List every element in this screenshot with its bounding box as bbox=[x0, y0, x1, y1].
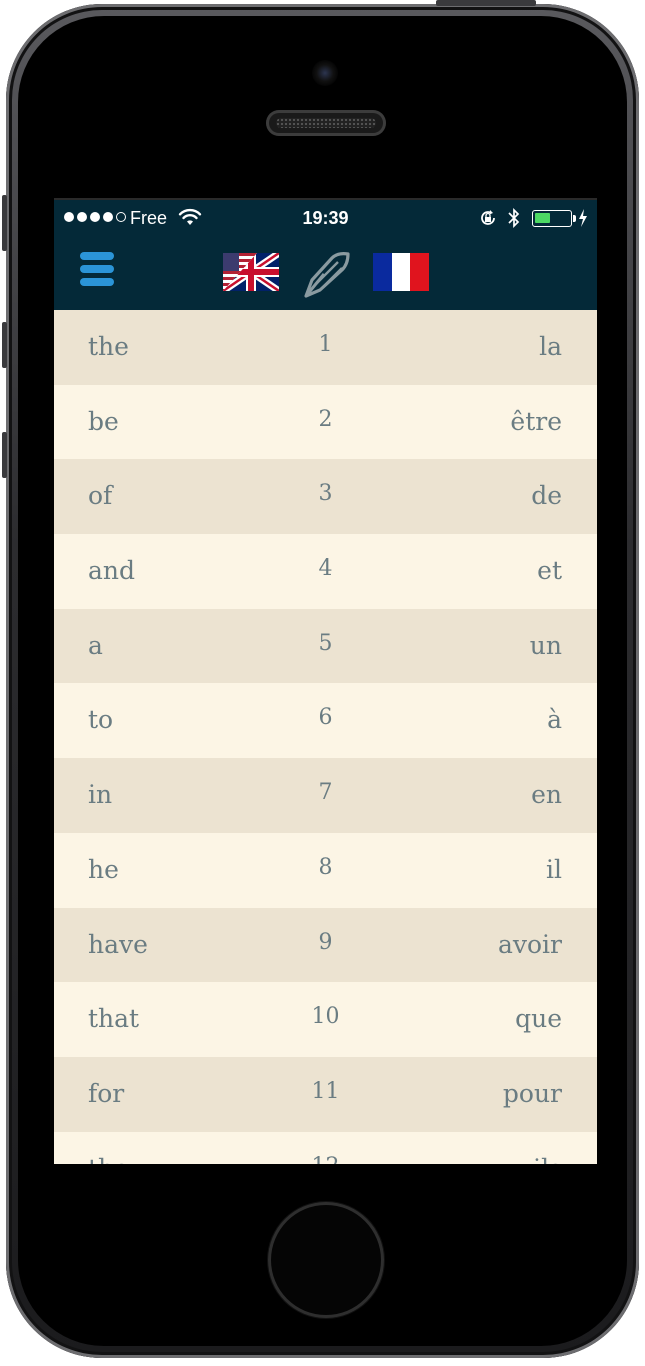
french-word: il bbox=[546, 854, 562, 884]
battery-tip bbox=[573, 215, 576, 222]
mute-switch bbox=[2, 432, 7, 478]
french-word: avoir bbox=[497, 929, 562, 959]
nav-bar bbox=[54, 238, 597, 310]
french-word: en bbox=[531, 780, 562, 810]
battery-icon bbox=[532, 210, 572, 227]
word-rank: 3 bbox=[318, 481, 333, 507]
hamburger-menu-icon[interactable] bbox=[80, 252, 114, 288]
word-row[interactable]: for 11 pour bbox=[54, 1056, 597, 1132]
word-row[interactable]: in 7 en bbox=[54, 758, 597, 833]
french-word: ils bbox=[533, 1154, 562, 1164]
status-bar: Free 19:39 bbox=[54, 200, 597, 238]
word-row[interactable]: be 2 être bbox=[54, 384, 597, 460]
orientation-lock-icon bbox=[481, 210, 495, 225]
word-row[interactable]: they12ils bbox=[54, 1131, 597, 1164]
word-rank: 6 bbox=[318, 705, 333, 731]
french-word: de bbox=[531, 481, 562, 511]
word-rank: 5 bbox=[318, 630, 333, 656]
battery-level bbox=[535, 213, 550, 223]
french-word: pour bbox=[502, 1078, 562, 1108]
charging-icon bbox=[579, 209, 587, 227]
word-row[interactable]: he 8 il bbox=[54, 832, 597, 908]
word-row[interactable]: have 9 avoir bbox=[54, 907, 597, 983]
speaker-grill bbox=[276, 118, 376, 128]
french-word: et bbox=[537, 556, 562, 586]
power-button bbox=[436, 0, 536, 6]
france-flag-icon[interactable] bbox=[373, 253, 429, 291]
word-row[interactable]: and 4 et bbox=[54, 534, 597, 609]
french-word: à bbox=[547, 705, 562, 735]
word-list: the 1 la be 2 être of 3 de and 4 et a 5 un to 6 à in 7 en he 8… bbox=[54, 310, 597, 1164]
word-row[interactable]: to 6 à bbox=[54, 683, 597, 759]
word-rank: 12 bbox=[54, 1154, 597, 1164]
word-row[interactable]: the 1 la bbox=[54, 310, 597, 385]
word-rank: 4 bbox=[318, 556, 333, 582]
word-rank: 1 bbox=[318, 332, 333, 357]
french-word: un bbox=[529, 630, 562, 660]
word-row[interactable]: that 10 que bbox=[54, 982, 597, 1057]
uk-us-flag-icon[interactable] bbox=[223, 253, 279, 291]
app-header: Free 19:39 bbox=[54, 200, 597, 310]
volume-down-button bbox=[2, 322, 7, 368]
word-row[interactable]: a 5 un bbox=[54, 608, 597, 684]
french-word: que bbox=[515, 1004, 562, 1034]
word-row[interactable]: of 3 de bbox=[54, 459, 597, 535]
front-camera bbox=[312, 60, 338, 86]
quill-pen-icon[interactable] bbox=[302, 250, 352, 298]
word-rank: 8 bbox=[318, 854, 333, 880]
french-word: la bbox=[539, 332, 562, 361]
word-rank: 7 bbox=[318, 780, 333, 806]
home-button[interactable] bbox=[268, 1202, 384, 1318]
french-word: être bbox=[510, 406, 562, 436]
app-screen: Free 19:39 the 1 la be 2 être of 3 de an… bbox=[54, 198, 597, 1164]
volume-up-button bbox=[2, 195, 7, 251]
bluetooth-icon bbox=[508, 207, 520, 229]
